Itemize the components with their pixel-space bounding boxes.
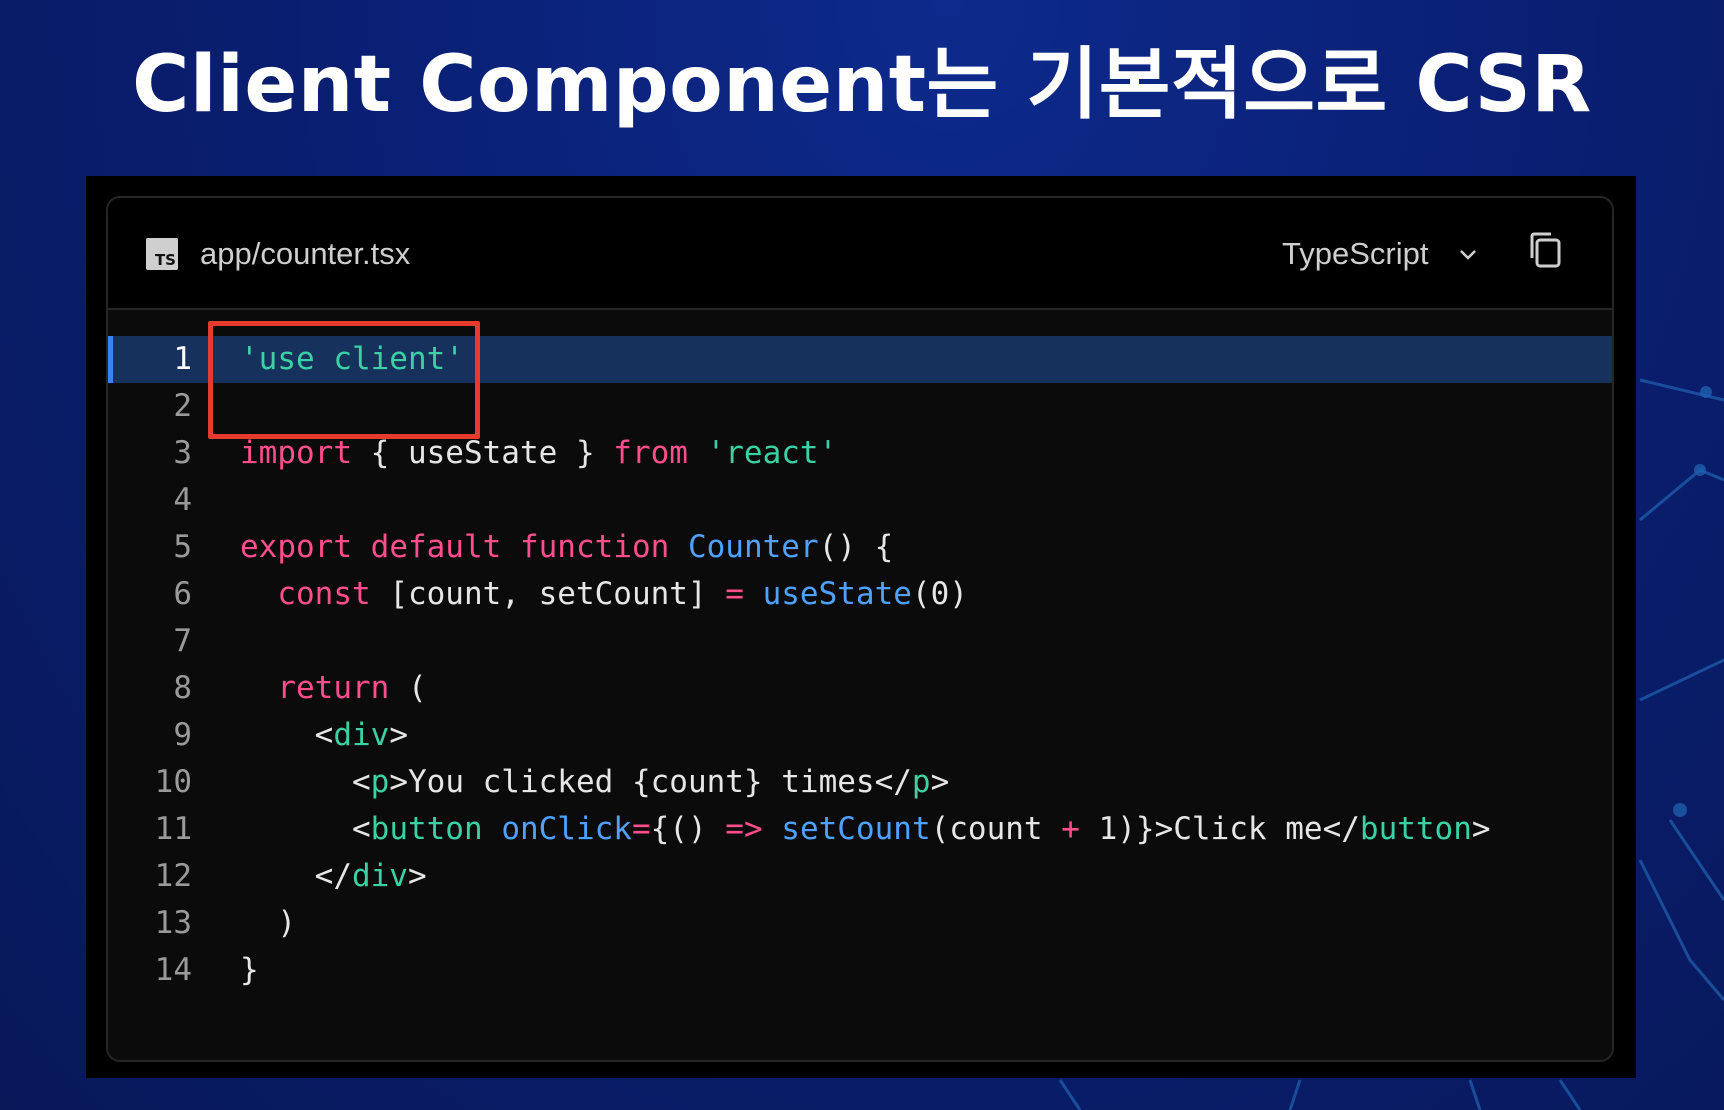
chevron-down-icon[interactable]	[1456, 243, 1480, 267]
use-client-highlight-box	[208, 321, 480, 439]
code-token: =>	[725, 811, 763, 847]
code-token: useState	[762, 576, 912, 612]
code-line: 12 </div>	[108, 853, 1612, 900]
code-token: { useState }	[351, 435, 614, 471]
code-token: default	[370, 529, 502, 565]
code-line: 6 const [count, setCount] = useState(0)	[108, 571, 1612, 618]
line-number: 9	[173, 717, 192, 753]
file-name: app/counter.tsx	[200, 236, 411, 271]
code-token: div	[351, 858, 408, 894]
line-number: 8	[173, 670, 192, 706]
code-token: p	[370, 764, 390, 800]
line-number: 2	[173, 388, 192, 424]
code-token: Counter	[687, 529, 819, 565]
code-token: >	[930, 764, 950, 800]
line-code: <p>You clicked {count} times</p>	[240, 759, 949, 806]
code-line: 5 export default function Counter() {	[108, 524, 1612, 571]
code-line: 8 return (	[108, 665, 1612, 712]
line-number: 4	[173, 482, 192, 518]
code-token: </	[240, 858, 352, 894]
line-number: 14	[154, 952, 192, 988]
code-token: (0)	[911, 576, 968, 612]
code-token: onClick	[501, 811, 632, 847]
code-token: () {	[818, 529, 894, 565]
line-code: }	[240, 947, 259, 994]
line-code: </div>	[240, 853, 427, 900]
code-token: +	[1061, 811, 1080, 847]
line-code: )	[240, 900, 296, 947]
slide-title: Client Component는 기본적으로 CSR	[132, 40, 1592, 130]
code-token: from	[613, 435, 688, 471]
line-code: <button onClick={() => setCount(count + …	[240, 806, 1491, 853]
line-number: 5	[173, 529, 192, 565]
line-number: 1	[173, 341, 192, 377]
line-number: 12	[154, 858, 192, 894]
code-token: <	[240, 717, 334, 753]
code-token: =	[725, 576, 744, 612]
code-token: [count, setCount]	[370, 576, 726, 612]
code-line: 10 <p>You clicked {count} times</p>	[108, 759, 1612, 806]
code-token: 'react'	[706, 435, 838, 471]
code-token: div	[333, 717, 390, 753]
line-number: 13	[154, 905, 192, 941]
code-token: 1)}>Click me</	[1079, 811, 1360, 847]
code-line: 7	[108, 618, 1612, 665]
code-token: export	[240, 529, 352, 565]
code-token: return	[277, 670, 390, 706]
code-token: {()	[650, 811, 726, 847]
line-code: <div>	[240, 712, 408, 759]
line-number: 6	[173, 576, 192, 612]
code-line: 14}	[108, 947, 1612, 994]
ts-file-icon: TS	[146, 238, 178, 270]
code-token: <	[240, 764, 371, 800]
code-token: >	[389, 717, 408, 753]
code-token: =	[631, 811, 651, 847]
line-number: 7	[173, 623, 192, 659]
code-token: function	[519, 529, 670, 565]
code-line: 4	[108, 477, 1612, 524]
code-line: 11 <button onClick={() => setCount(count…	[108, 806, 1612, 853]
ts-file-icon-label: TS	[154, 251, 176, 269]
code-token: button	[370, 811, 483, 847]
code-block-header: TS app/counter.tsx TypeScript	[108, 198, 1612, 310]
line-code: export default function Counter() {	[240, 524, 893, 571]
code-token: setCount	[781, 811, 931, 847]
code-token: const	[277, 576, 371, 612]
code-token: >	[407, 858, 427, 894]
line-code: return (	[240, 665, 427, 712]
copy-icon[interactable]	[1526, 230, 1568, 272]
code-token: button	[1359, 811, 1472, 847]
code-token: >	[1471, 811, 1491, 847]
code-token: import	[240, 435, 352, 471]
line-number: 10	[154, 764, 192, 800]
code-line: 9 <div>	[108, 712, 1612, 759]
code-token: >You clicked {count} times</	[389, 764, 912, 800]
language-selector[interactable]: TypeScript	[1282, 236, 1428, 272]
code-token: }	[240, 952, 259, 988]
code-token: (count	[930, 811, 1062, 847]
line-code: const [count, setCount] = useState(0)	[240, 571, 968, 618]
code-token: )	[240, 905, 296, 941]
code-token: (	[389, 670, 427, 706]
code-token: <	[240, 811, 371, 847]
code-token: p	[911, 764, 931, 800]
line-number: 3	[173, 435, 192, 471]
code-line: 13 )	[108, 900, 1612, 947]
line-number: 11	[154, 811, 192, 847]
